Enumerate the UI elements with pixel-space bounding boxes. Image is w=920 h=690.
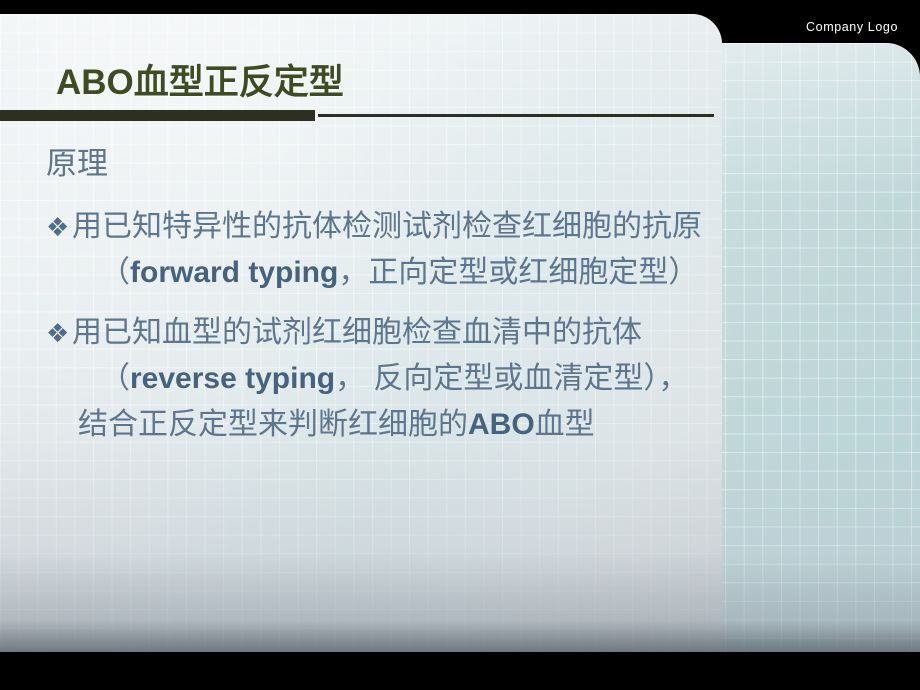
diamond-bullet-icon: ❖ <box>46 211 70 242</box>
closing-prefix: 结合正反定型来判断红细胞的 <box>78 408 468 442</box>
bullet-item: ❖ 用已知血型的试剂红细胞检查血清中的抗体 <box>46 313 920 353</box>
subline-open-paren: （ <box>100 362 130 396</box>
slide-title: ABO血型正反定型 <box>56 63 344 102</box>
subline-open-paren: （ <box>100 255 130 289</box>
bullet-text: 用已知血型的试剂红细胞检查血清中的抗体 <box>72 315 642 349</box>
body-heading: 原理 <box>46 146 108 181</box>
diamond-bullet-icon: ❖ <box>46 317 70 348</box>
title-rule-thin <box>318 114 714 117</box>
closing-line: 结合正反定型来判断红细胞的ABO血型 <box>78 405 920 445</box>
subline-term-forward-typing: forward typing <box>130 255 339 289</box>
closing-suffix: 血型 <box>534 408 595 442</box>
slide-canvas: Company Logo ABO血型正反定型 原理 ❖ 用已知特异性的抗体检测试… <box>0 0 920 690</box>
subline-term-reverse-typing: reverse typing <box>130 362 336 396</box>
company-logo-label: Company Logo <box>806 20 898 34</box>
subline-rest: ，正向定型或红细胞定型） <box>338 255 699 289</box>
slide-body: 原理 ❖ 用已知特异性的抗体检测试剂检查红细胞的抗原 （forward typi… <box>0 146 920 446</box>
bullet-subline: （reverse typing， 反向定型或血清定型）， <box>100 359 920 399</box>
bullet-text: 用已知特异性的抗体检测试剂检查红细胞的抗原 <box>72 209 702 243</box>
bullet-item: ❖ 用已知特异性的抗体检测试剂检查红细胞的抗原 <box>46 207 920 247</box>
title-rule-thick <box>0 110 315 121</box>
subline-rest: ， 反向定型或血清定型）， <box>335 362 689 396</box>
bullet-gap <box>0 293 920 311</box>
closing-term-abo: ABO <box>468 408 535 442</box>
heading-spacer <box>0 183 920 205</box>
bullet-subline: （forward typing，正向定型或红细胞定型） <box>100 253 920 293</box>
